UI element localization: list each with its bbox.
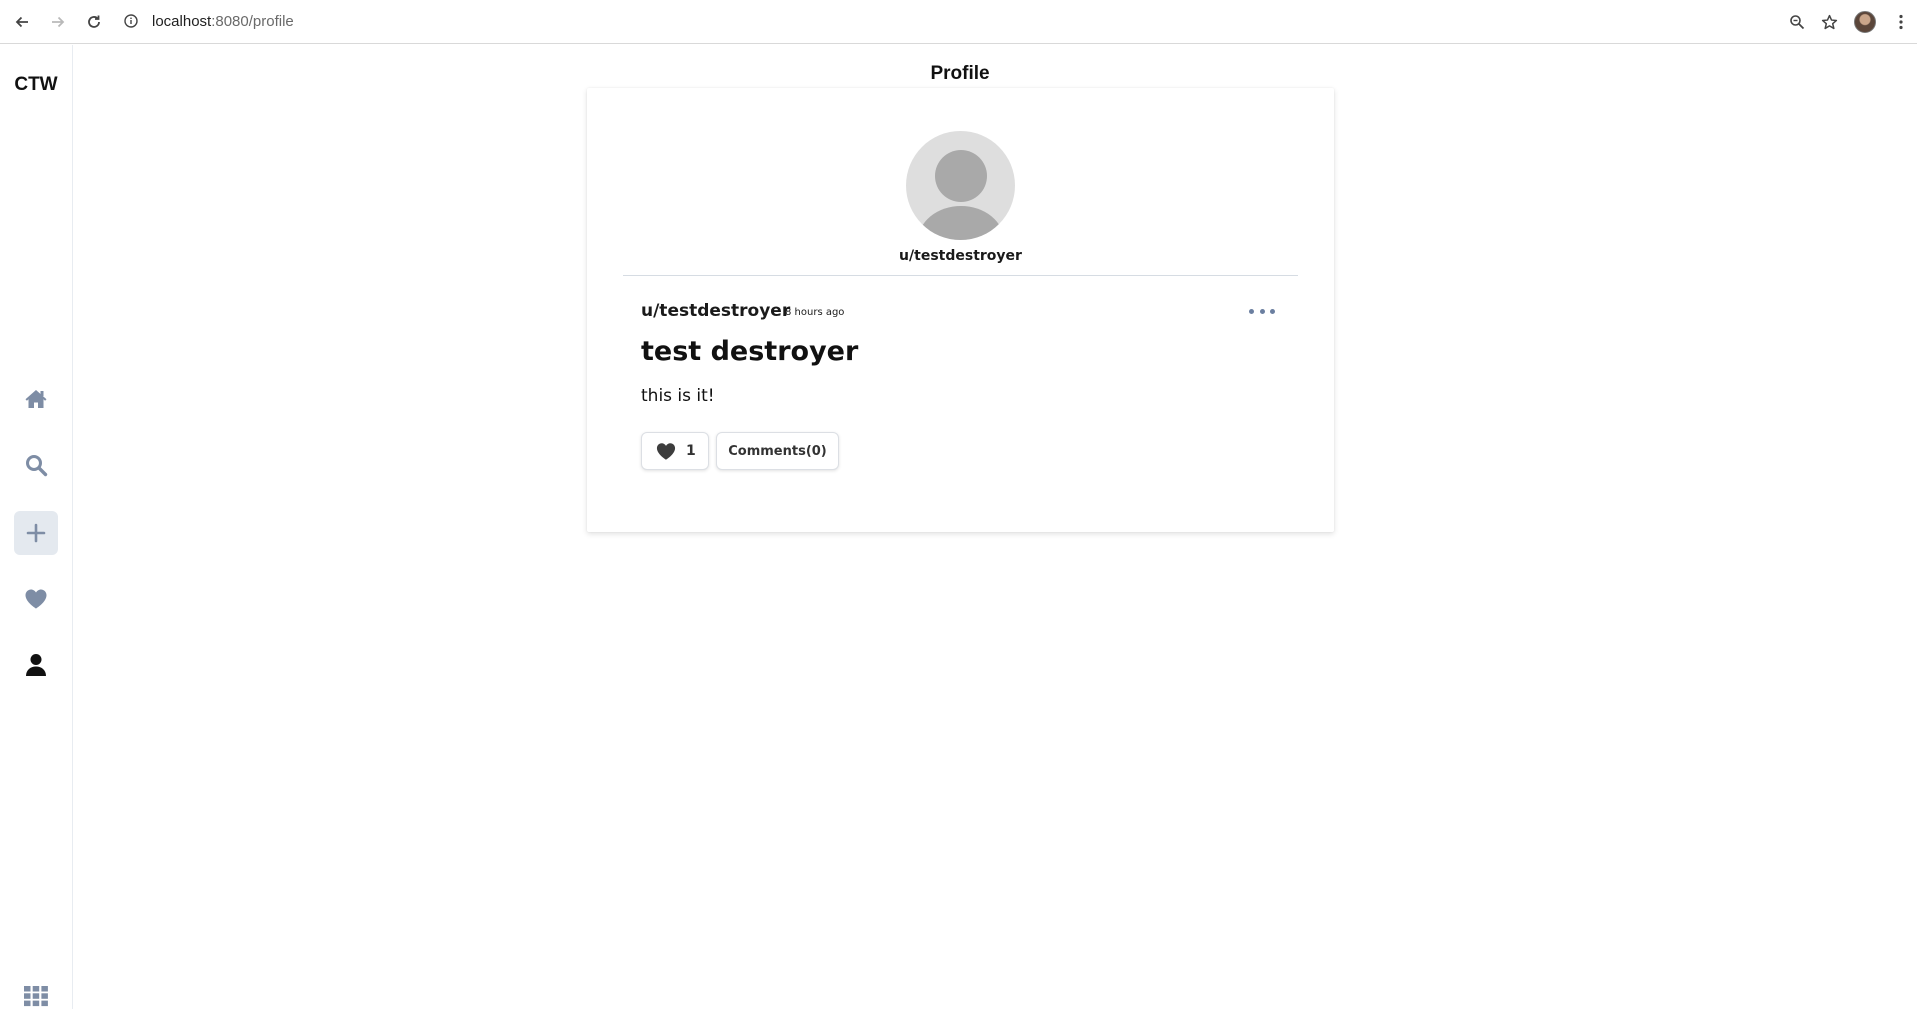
url-text[interactable]: localhost:8080/profile — [152, 13, 294, 30]
avatar-head — [935, 150, 987, 202]
kebab-menu-icon — [1898, 14, 1903, 30]
sidebar-item-create[interactable] — [14, 511, 58, 555]
like-count: 1 — [686, 443, 696, 459]
sidebar: CTW — [0, 45, 73, 1009]
dot-icon — [1259, 308, 1265, 314]
sidebar-item-likes[interactable] — [14, 577, 58, 621]
zoom-icon — [1789, 15, 1804, 30]
toolbar-right — [1780, 4, 1917, 40]
dot-icon — [1270, 308, 1275, 314]
dot-icon — [1249, 308, 1254, 314]
star-icon — [1821, 14, 1838, 29]
sidebar-item-apps[interactable] — [14, 974, 58, 1018]
profile-username: u/testdestroyer — [899, 248, 1022, 264]
arrow-left-icon — [15, 16, 28, 27]
user-icon — [26, 654, 46, 676]
divider — [623, 275, 1298, 276]
home-icon — [25, 390, 47, 408]
forward-button[interactable] — [40, 4, 76, 40]
arrow-right-icon — [52, 16, 65, 27]
browser-menu-button[interactable] — [1884, 4, 1917, 40]
heart-icon — [25, 589, 47, 609]
comments-button[interactable]: Comments(0) — [716, 432, 839, 470]
plus-icon — [26, 523, 46, 543]
post-options-button[interactable] — [1249, 302, 1275, 320]
reload-button[interactable] — [76, 4, 112, 40]
url-path: :8080/profile — [211, 12, 294, 30]
browser-toolbar: localhost:8080/profile — [0, 0, 1917, 44]
grid-menu-icon — [24, 986, 48, 1007]
post-author[interactable]: u/testdestroyer — [641, 301, 790, 321]
brand-logo[interactable]: CTW — [0, 74, 72, 96]
sidebar-item-home[interactable] — [14, 377, 58, 421]
zoom-button[interactable] — [1780, 4, 1813, 40]
site-info-icon[interactable] — [120, 10, 142, 32]
url-host: localhost — [152, 12, 212, 30]
post-title[interactable]: test destroyer — [641, 336, 858, 367]
bookmark-button[interactable] — [1813, 4, 1846, 40]
address-bar[interactable]: localhost:8080/profile — [120, 6, 1830, 36]
avatar-body — [918, 206, 1004, 240]
profile-card: u/testdestroyer u/testdestroyer 8 hours … — [587, 88, 1334, 532]
search-icon — [26, 455, 48, 477]
browser-profile-avatar[interactable] — [1854, 11, 1876, 33]
post-timestamp: 8 hours ago — [785, 307, 845, 318]
heart-icon — [656, 442, 676, 460]
back-button[interactable] — [4, 4, 40, 40]
sidebar-item-profile[interactable] — [14, 643, 58, 687]
reload-icon — [88, 15, 100, 28]
like-button[interactable]: 1 — [641, 432, 709, 470]
post-body: this is it! — [641, 386, 715, 406]
avatar — [906, 131, 1015, 240]
sidebar-item-search[interactable] — [14, 443, 58, 487]
page-title: Profile — [930, 63, 990, 84]
